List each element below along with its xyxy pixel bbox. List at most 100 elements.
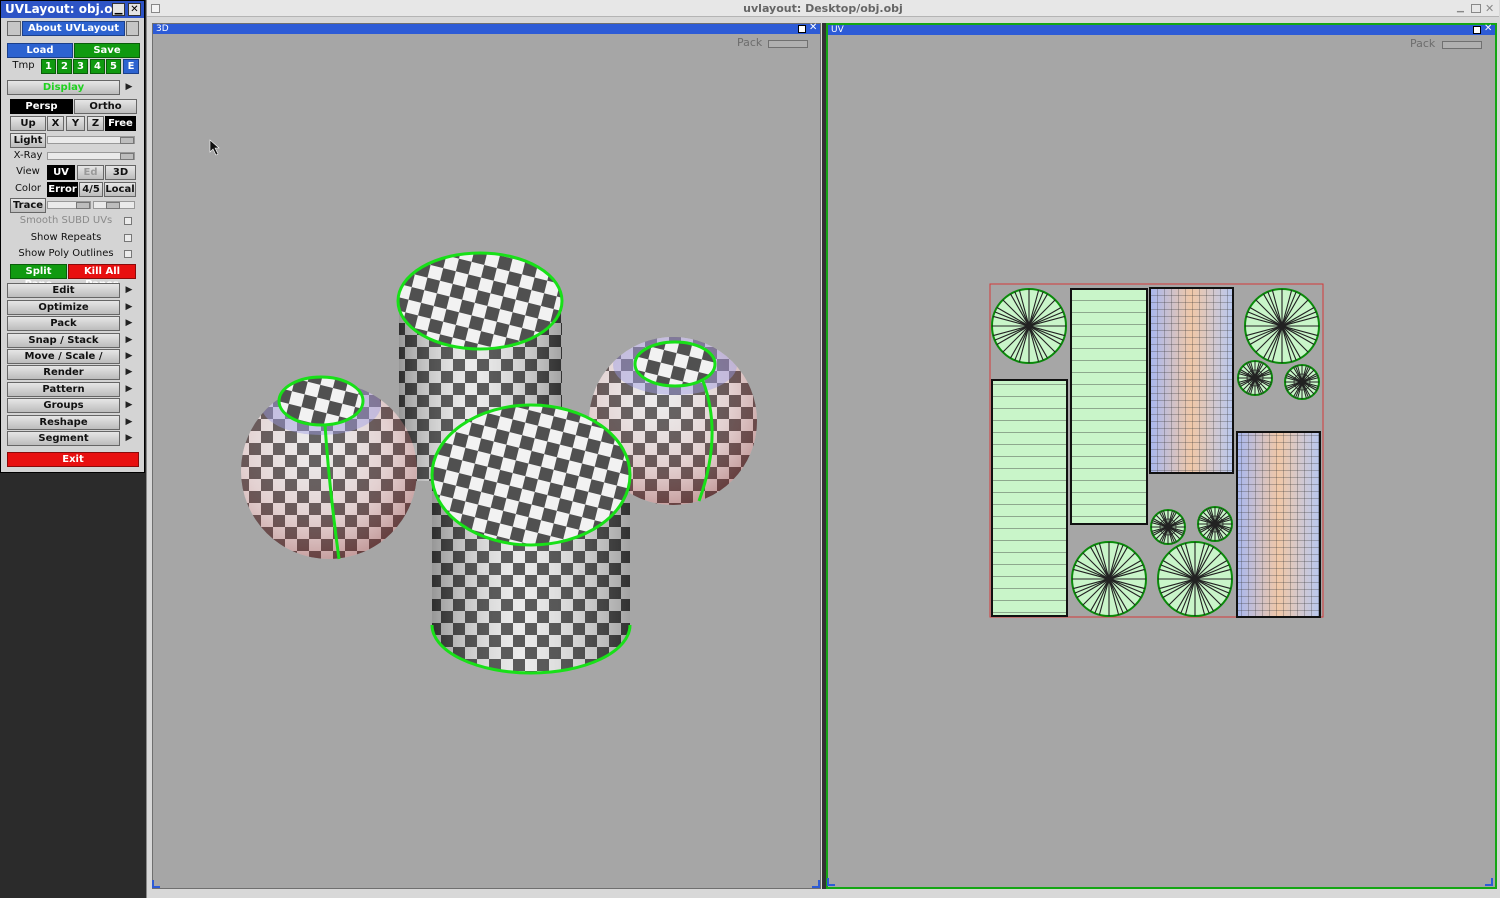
menu-reshape-arrow-icon[interactable]: ▶ bbox=[124, 415, 134, 430]
pane-3d[interactable]: 3D ✕ Pack bbox=[152, 23, 821, 889]
pane-uv-label: UV bbox=[831, 25, 844, 35]
tmp-slot-2[interactable]: 2 bbox=[57, 59, 72, 74]
axis-free-button[interactable]: Free bbox=[105, 116, 136, 131]
menu-snap-stack-arrow-icon[interactable]: ▶ bbox=[124, 333, 134, 348]
tmp-slot-e[interactable]: E bbox=[123, 59, 139, 74]
persp-button[interactable]: Persp bbox=[10, 99, 73, 114]
menu-pattern-arrow-icon[interactable]: ▶ bbox=[124, 382, 134, 397]
about-button[interactable]: About UVLayout bbox=[22, 21, 125, 36]
menu-render-arrow-icon[interactable]: ▶ bbox=[124, 365, 134, 380]
menu-segment[interactable]: Segment bbox=[7, 431, 120, 446]
pane-3d-close-icon[interactable]: ✕ bbox=[809, 23, 819, 33]
panel-grip-left[interactable] bbox=[7, 21, 21, 36]
trace-button[interactable]: Trace bbox=[10, 198, 46, 213]
view-3d-button[interactable]: 3D bbox=[105, 165, 136, 180]
save-button[interactable]: Save bbox=[74, 43, 140, 58]
tmp-slot-3[interactable]: 3 bbox=[73, 59, 88, 74]
smooth-subd-checkbox[interactable] bbox=[124, 217, 132, 225]
menu-groups[interactable]: Groups bbox=[7, 398, 120, 413]
pane-3d-resize-corner-left[interactable] bbox=[152, 880, 160, 888]
trace-slider-2-knob[interactable] bbox=[106, 202, 120, 209]
menu-edit[interactable]: Edit bbox=[7, 283, 120, 298]
pane-uv-resize-corner-right[interactable] bbox=[1485, 878, 1493, 886]
menu-pattern[interactable]: Pattern bbox=[7, 382, 120, 397]
tmp-slot-5[interactable]: 5 bbox=[106, 59, 121, 74]
pane-3d-resize-corner-right[interactable] bbox=[812, 880, 820, 888]
show-repeats-checkbox[interactable] bbox=[124, 234, 132, 242]
uv-shell-grid-1 bbox=[1149, 287, 1234, 474]
menu-segment-arrow-icon[interactable]: ▶ bbox=[124, 431, 134, 446]
display-arrow-icon[interactable]: ▶ bbox=[124, 80, 134, 95]
control-panel: UVLayout: obj.obj ▁ ✕ About UVLayout Loa… bbox=[0, 0, 145, 473]
mouse-pointer-icon bbox=[209, 139, 220, 156]
minimize-icon[interactable]: ▁ bbox=[112, 3, 125, 16]
color-45-button[interactable]: 4/5 bbox=[79, 182, 103, 197]
close-icon[interactable]: ✕ bbox=[128, 3, 141, 16]
menu-render[interactable]: Render bbox=[7, 365, 120, 380]
menu-move-arrow-icon[interactable]: ▶ bbox=[124, 349, 134, 364]
uv-shell-disc-2 bbox=[1245, 289, 1319, 363]
panel-grip-right[interactable] bbox=[126, 21, 139, 36]
pane-uv-close-icon[interactable]: ✕ bbox=[1484, 24, 1494, 34]
pane-3d-maximize-icon[interactable] bbox=[798, 25, 806, 33]
viewport-3d[interactable] bbox=[153, 35, 820, 888]
show-repeats-label: Show Repeats bbox=[30, 232, 102, 243]
uv-shell-rect-1 bbox=[991, 379, 1068, 617]
pane-3d-label: 3D bbox=[156, 24, 169, 34]
ortho-button[interactable]: Ortho bbox=[74, 99, 137, 114]
pane-uv-resize-corner-left[interactable] bbox=[827, 878, 835, 886]
light-slider-knob[interactable] bbox=[120, 137, 134, 144]
kill-all-panes-button[interactable]: Kill All Panes bbox=[68, 264, 136, 290]
exit-button[interactable]: Exit bbox=[7, 452, 139, 467]
menu-groups-arrow-icon[interactable]: ▶ bbox=[124, 398, 134, 413]
uv-shell-rect-2 bbox=[1070, 288, 1148, 525]
axis-y-button[interactable]: Y bbox=[66, 116, 85, 131]
window-maximize-icon[interactable] bbox=[1471, 4, 1481, 13]
split-pane-button[interactable]: Split Pane bbox=[10, 264, 67, 290]
menu-optimize-arrow-icon[interactable]: ▶ bbox=[124, 300, 134, 315]
window-close-icon[interactable]: ✕ bbox=[1485, 3, 1497, 15]
tmp-slot-1[interactable]: 1 bbox=[41, 59, 56, 74]
axis-x-button[interactable]: X bbox=[47, 116, 64, 131]
light-slider[interactable] bbox=[47, 136, 135, 144]
color-label: Color bbox=[14, 183, 42, 194]
window-minimize-icon[interactable]: ▁ bbox=[1457, 4, 1467, 13]
pane-uv-maximize-icon[interactable] bbox=[1473, 26, 1481, 34]
xray-slider-knob[interactable] bbox=[120, 153, 134, 160]
menu-optimize[interactable]: Optimize bbox=[7, 300, 120, 315]
view-ed-button[interactable]: Ed bbox=[77, 165, 104, 180]
tmp-label: Tmp bbox=[12, 60, 35, 71]
uv-shell-disc-6 bbox=[1198, 507, 1232, 541]
color-local-button[interactable]: Local bbox=[104, 182, 136, 197]
menu-pack-arrow-icon[interactable]: ▶ bbox=[124, 316, 134, 331]
window-menu-icon[interactable] bbox=[151, 4, 160, 13]
trace-slider-2[interactable] bbox=[93, 201, 135, 209]
pane-uv-titlebar: UV bbox=[828, 25, 1495, 35]
view-uv-button[interactable]: UV bbox=[47, 165, 75, 180]
trace-slider-1[interactable] bbox=[47, 201, 91, 209]
xray-slider[interactable] bbox=[47, 152, 135, 160]
show-poly-outlines-checkbox[interactable] bbox=[124, 250, 132, 258]
pane-uv[interactable]: UV ✕ Pack bbox=[826, 23, 1497, 889]
uv-shell-disc-5 bbox=[1151, 510, 1185, 544]
load-button[interactable]: Load bbox=[7, 43, 73, 58]
up-button[interactable]: Up bbox=[10, 116, 46, 131]
light-button[interactable]: Light bbox=[10, 133, 46, 148]
menu-reshape[interactable]: Reshape bbox=[7, 415, 120, 430]
cylinder-front[interactable] bbox=[430, 403, 632, 675]
menu-snap-stack[interactable]: Snap / Stack bbox=[7, 333, 120, 348]
axis-z-button[interactable]: Z bbox=[87, 116, 104, 131]
color-error-button[interactable]: Error bbox=[47, 182, 78, 197]
menu-edit-arrow-icon[interactable]: ▶ bbox=[124, 283, 134, 298]
tmp-slot-4[interactable]: 4 bbox=[90, 59, 105, 74]
uv-shell-disc-8 bbox=[1158, 542, 1232, 616]
trace-slider-1-knob[interactable] bbox=[76, 202, 90, 209]
menu-pack[interactable]: Pack bbox=[7, 316, 120, 331]
sphere-left[interactable] bbox=[241, 375, 417, 560]
show-poly-outlines-label: Show Poly Outlines bbox=[18, 248, 114, 259]
menu-move-scale-rotate[interactable]: Move / Scale / Rotate bbox=[7, 349, 120, 375]
viewport-uv[interactable] bbox=[828, 36, 1495, 887]
main-window: uvlayout: Desktop/obj.obj ▁ ✕ 3D ✕ Pack bbox=[146, 0, 1500, 898]
uv-shell-disc-1 bbox=[992, 289, 1066, 363]
display-menu-button[interactable]: Display bbox=[7, 80, 120, 95]
